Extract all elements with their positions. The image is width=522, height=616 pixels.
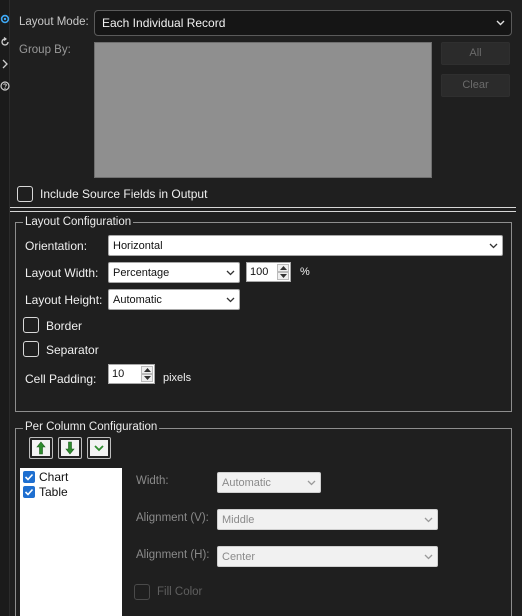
column-label: Chart: [39, 470, 69, 484]
chevron-down-icon: [226, 297, 235, 302]
increment-icon[interactable]: [277, 264, 289, 272]
cell-padding-value: 10: [112, 368, 125, 380]
chevron-right-icon[interactable]: [0, 59, 10, 69]
chevron-down-icon: [489, 243, 498, 248]
include-source-label: Include Source Fields in Output: [40, 187, 208, 201]
alignment-h-dropdown[interactable]: Center: [217, 546, 438, 567]
include-source-checkbox[interactable]: [17, 186, 33, 202]
gear-icon[interactable]: [0, 14, 10, 24]
chevron-down-icon: [424, 554, 433, 559]
column-label: Table: [39, 485, 68, 499]
orientation-label: Orientation:: [25, 239, 88, 253]
layout-width-unit: %: [300, 266, 310, 278]
all-button[interactable]: All: [441, 42, 510, 65]
separator-checkbox[interactable]: [23, 341, 39, 357]
cell-padding-label: Cell Padding:: [25, 372, 97, 386]
move-up-icon: [36, 441, 46, 455]
decrement-icon[interactable]: [277, 272, 289, 280]
help-icon[interactable]: [0, 81, 10, 91]
group-by-list[interactable]: [94, 42, 432, 178]
cell-padding-unit: pixels: [163, 372, 192, 384]
layout-mode-dropdown[interactable]: Each Individual Record: [94, 10, 512, 36]
column-checkbox[interactable]: [23, 486, 35, 498]
column-width-dropdown[interactable]: Automatic: [217, 472, 321, 493]
move-down-button[interactable]: [58, 437, 82, 459]
chevron-down-icon: [496, 20, 505, 26]
layout-height-dropdown[interactable]: Automatic: [108, 289, 240, 310]
column-width-label: Width:: [136, 475, 169, 487]
layout-width-label: Layout Width:: [25, 266, 99, 280]
divider: [10, 211, 516, 212]
move-up-button[interactable]: [29, 437, 53, 459]
layout-width-stepper[interactable]: 100: [246, 262, 291, 282]
layout-mode-label: Layout Mode:: [19, 16, 89, 28]
layout-configuration-legend: Layout Configuration: [23, 216, 134, 228]
divider: [10, 207, 516, 208]
side-toolbar: [0, 0, 10, 616]
orientation-dropdown[interactable]: Horizontal: [108, 235, 503, 256]
orientation-value: Horizontal: [113, 239, 163, 252]
per-column-configuration-legend: Per Column Configuration: [23, 421, 160, 433]
border-label: Border: [46, 319, 83, 333]
cell-padding-stepper[interactable]: 10: [108, 364, 155, 384]
group-by-label: Group By:: [19, 44, 71, 56]
layout-mode-value: Each Individual Record: [102, 16, 226, 30]
alignment-h-value: Center: [222, 550, 256, 563]
layout-width-mode-dropdown[interactable]: Percentage: [108, 262, 240, 283]
fill-color-label: Fill Color: [157, 586, 203, 598]
column-width-value: Automatic: [222, 476, 271, 489]
border-checkbox[interactable]: [23, 317, 39, 333]
alignment-h-label: Alignment (H):: [136, 549, 210, 561]
refresh-icon[interactable]: [0, 37, 10, 47]
separator-label: Separator: [46, 343, 99, 357]
chevron-down-icon: [226, 270, 235, 275]
layout-width-value: 100: [250, 266, 269, 278]
alignment-v-dropdown[interactable]: Middle: [217, 509, 438, 530]
decrement-icon[interactable]: [141, 374, 153, 382]
alignment-v-value: Middle: [222, 513, 255, 526]
chevron-down-icon: [307, 480, 316, 485]
alignment-v-label: Alignment (V):: [136, 512, 209, 524]
clear-button[interactable]: Clear: [441, 74, 510, 97]
layout-width-mode-value: Percentage: [113, 266, 170, 279]
layout-height-label: Layout Height:: [25, 293, 103, 307]
check-dropdown-button[interactable]: [87, 437, 111, 459]
column-list[interactable]: Chart Table: [20, 468, 122, 616]
fill-color-checkbox[interactable]: [134, 584, 150, 600]
chevron-down-icon: [424, 517, 433, 522]
column-checkbox[interactable]: [23, 471, 35, 483]
check-dropdown-icon: [94, 445, 104, 452]
move-down-icon: [65, 441, 75, 455]
layout-height-value: Automatic: [113, 293, 162, 306]
increment-icon[interactable]: [141, 366, 153, 374]
